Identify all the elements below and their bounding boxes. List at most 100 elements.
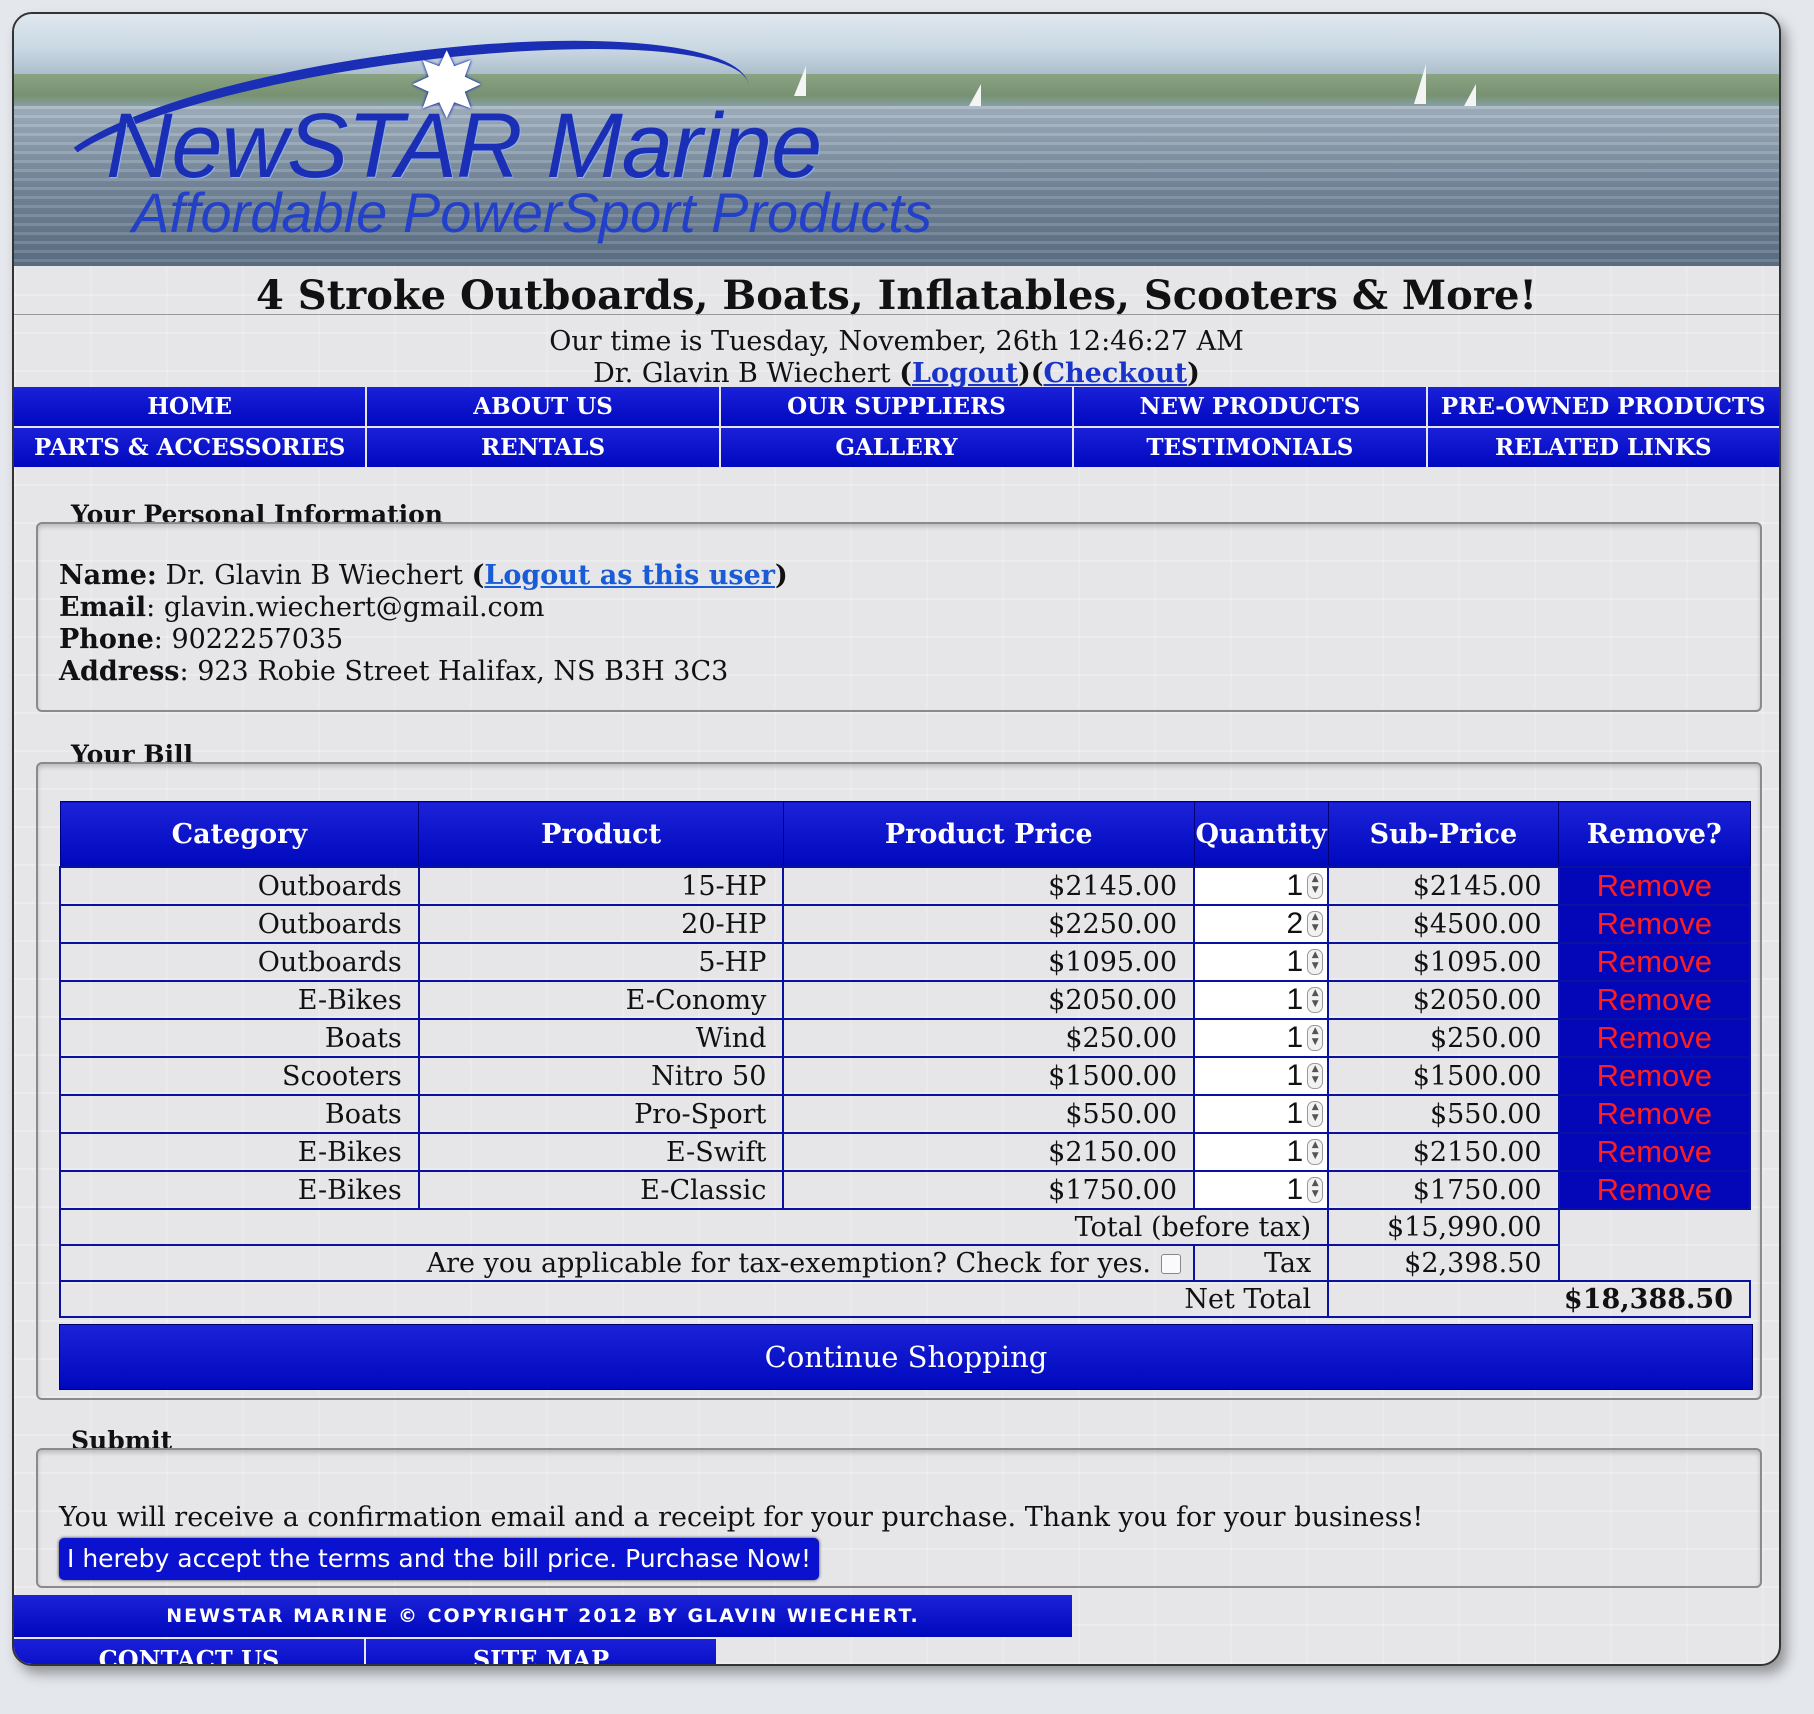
table-row: E-Bikes E-Conomy $2050.00 1 ▲ ▼ $2050.00 R… xyxy=(59,980,1752,1020)
quantity-stepper[interactable]: 1 ▲ ▼ xyxy=(1193,1170,1330,1210)
cell-category: E-Bikes xyxy=(59,980,420,1020)
tagline: 4 Stroke Outboards, Boats, Inflatables, … xyxy=(256,272,1537,319)
nav-testimonials[interactable]: TESTIMONIALS xyxy=(1074,428,1426,467)
spinner-icon[interactable]: ▲ ▼ xyxy=(1307,911,1324,937)
email-label: Email xyxy=(59,592,147,623)
divider xyxy=(14,314,1779,315)
remove-button[interactable]: Remove xyxy=(1557,1094,1752,1134)
cell-category: Boats xyxy=(59,1094,420,1134)
quantity-value[interactable]: 2 xyxy=(1287,907,1304,941)
cell-product: 15-HP xyxy=(417,866,785,906)
quantity-stepper[interactable]: 1 ▲ ▼ xyxy=(1193,980,1330,1020)
cell-price: $1500.00 xyxy=(782,1056,1196,1096)
bill-table: Category Product Product Price Quantity … xyxy=(58,801,1752,1318)
logout-as-user-link[interactable]: Logout as this user xyxy=(484,560,775,591)
cell-price: $1095.00 xyxy=(782,942,1196,982)
quantity-stepper[interactable]: 1 ▲ ▼ xyxy=(1193,1094,1330,1134)
remove-button[interactable]: Remove xyxy=(1557,942,1752,982)
copyright: NEWSTAR MARINE © COPYRIGHT 2012 BY GLAVI… xyxy=(14,1595,1072,1637)
nav-our-suppliers[interactable]: OUR SUPPLIERS xyxy=(720,387,1073,426)
nav-gallery[interactable]: GALLERY xyxy=(720,428,1073,467)
cell-sub-price: $250.00 xyxy=(1327,1018,1560,1058)
total-value: $15,990.00 xyxy=(1327,1208,1560,1246)
nav-pre-owned-products[interactable]: PRE-OWNED PRODUCTS xyxy=(1427,387,1779,426)
nav-rentals[interactable]: RENTALS xyxy=(367,428,719,467)
cell-category: E-Bikes xyxy=(59,1132,420,1172)
quantity-value[interactable]: 1 xyxy=(1287,1173,1304,1207)
nav-about-us[interactable]: ABOUT US xyxy=(367,387,719,426)
quantity-stepper[interactable]: 1 ▲ ▼ xyxy=(1193,1132,1330,1172)
quantity-value[interactable]: 1 xyxy=(1287,1021,1304,1055)
spinner-icon[interactable]: ▲ ▼ xyxy=(1307,1063,1324,1089)
nav-home[interactable]: HOME xyxy=(14,387,366,426)
spinner-icon[interactable]: ▲ ▼ xyxy=(1307,1101,1324,1127)
remove-button[interactable]: Remove xyxy=(1557,1018,1752,1058)
purchase-now-button[interactable]: I hereby accept the terms and the bill p… xyxy=(59,1538,820,1580)
address-row: Address: 923 Robie Street Halifax, NS B3… xyxy=(59,656,729,687)
remove-button[interactable]: Remove xyxy=(1557,1056,1752,1096)
nav-new-products[interactable]: NEW PRODUCTS xyxy=(1074,387,1426,426)
table-row: Boats Pro-Sport $550.00 1 ▲ ▼ $550.00 Remo… xyxy=(59,1094,1752,1134)
spinner-icon[interactable]: ▲ ▼ xyxy=(1307,873,1324,899)
cell-product: 5-HP xyxy=(417,942,785,982)
cell-price: $2145.00 xyxy=(782,866,1196,906)
checkout-link[interactable]: Checkout xyxy=(1044,358,1188,389)
quantity-value[interactable]: 1 xyxy=(1287,945,1304,979)
user-line: Dr. Glavin B Wiechert (Logout)(Checkout) xyxy=(593,358,1200,389)
spinner-icon[interactable]: ▲ ▼ xyxy=(1307,1139,1324,1165)
cell-price: $2150.00 xyxy=(782,1132,1196,1172)
cell-price: $250.00 xyxy=(782,1018,1196,1058)
quantity-stepper[interactable]: 1 ▲ ▼ xyxy=(1193,1018,1330,1058)
remove-button[interactable]: Remove xyxy=(1557,1170,1752,1210)
server-time: Our time is Tuesday, November, 26th 12:4… xyxy=(549,326,1244,357)
footer-contact-us[interactable]: CONTACT US xyxy=(14,1639,364,1664)
nav-parts-accessories[interactable]: PARTS & ACCESSORIES xyxy=(14,428,366,467)
spinner-icon[interactable]: ▲ ▼ xyxy=(1307,949,1324,975)
phone-value: 9022257035 xyxy=(171,624,344,655)
spinner-icon[interactable]: ▲ ▼ xyxy=(1307,1177,1324,1203)
quantity-stepper[interactable]: 1 ▲ ▼ xyxy=(1193,942,1330,982)
cell-category: Outboards xyxy=(59,904,420,944)
quantity-stepper[interactable]: 1 ▲ ▼ xyxy=(1193,1056,1330,1096)
spinner-icon[interactable]: ▲ ▼ xyxy=(1307,1025,1324,1051)
quantity-value[interactable]: 1 xyxy=(1287,869,1304,903)
spinner-icon[interactable]: ▲ ▼ xyxy=(1307,987,1324,1013)
logout-link[interactable]: Logout xyxy=(912,358,1018,389)
page: ✸ NewSTAR Marine Affordable PowerSport P… xyxy=(12,12,1781,1666)
quantity-stepper[interactable]: 1 ▲ ▼ xyxy=(1193,866,1330,906)
cell-sub-price: $2050.00 xyxy=(1327,980,1560,1020)
table-row: Outboards 15-HP $2145.00 1 ▲ ▼ $2145.00 Re… xyxy=(59,866,1752,906)
tax-exempt-checkbox[interactable] xyxy=(1161,1254,1182,1274)
cell-category: Scooters xyxy=(59,1056,420,1096)
nav-related-links[interactable]: RELATED LINKS xyxy=(1427,428,1779,467)
remove-button[interactable]: Remove xyxy=(1557,980,1752,1020)
col-sub-price: Sub-Price xyxy=(1327,801,1560,868)
cell-sub-price: $2145.00 xyxy=(1327,866,1560,906)
net-total-label: Net Total xyxy=(58,1280,1330,1318)
quantity-value[interactable]: 1 xyxy=(1287,1097,1304,1131)
remove-button[interactable]: Remove xyxy=(1557,1132,1752,1172)
email-value: glavin.wiechert@gmail.com xyxy=(163,592,545,623)
name-value: Dr. Glavin B Wiechert xyxy=(165,560,463,591)
sailboat-icon xyxy=(969,84,981,106)
cell-product: Nitro 50 xyxy=(417,1056,785,1096)
quantity-value[interactable]: 1 xyxy=(1287,1059,1304,1093)
footer-site-map[interactable]: SITE MAP xyxy=(366,1639,716,1664)
remove-button[interactable]: Remove xyxy=(1557,866,1752,906)
cell-sub-price: $1750.00 xyxy=(1327,1170,1560,1210)
personal-info: Name: Dr. Glavin B Wiechert (Logout as t… xyxy=(59,560,788,688)
cell-price: $2250.00 xyxy=(782,904,1196,944)
logo-subtitle: Affordable PowerSport Products xyxy=(132,181,932,244)
name-label: Name: xyxy=(59,560,157,591)
quantity-value[interactable]: 1 xyxy=(1287,983,1304,1017)
quantity-stepper[interactable]: 2 ▲ ▼ xyxy=(1193,904,1330,944)
cell-product: Pro-Sport xyxy=(417,1094,785,1134)
cell-price: $2050.00 xyxy=(782,980,1196,1020)
quantity-value[interactable]: 1 xyxy=(1287,1135,1304,1169)
tax-exempt-cell: Are you applicable for tax-exemption? Ch… xyxy=(58,1244,1196,1282)
continue-shopping-button[interactable]: Continue Shopping xyxy=(59,1324,1753,1390)
phone-label: Phone xyxy=(59,624,154,655)
col-product-price: Product Price xyxy=(782,801,1195,868)
net-total-row: Net Total $18,388.50 xyxy=(58,1280,1751,1318)
remove-button[interactable]: Remove xyxy=(1557,904,1752,944)
